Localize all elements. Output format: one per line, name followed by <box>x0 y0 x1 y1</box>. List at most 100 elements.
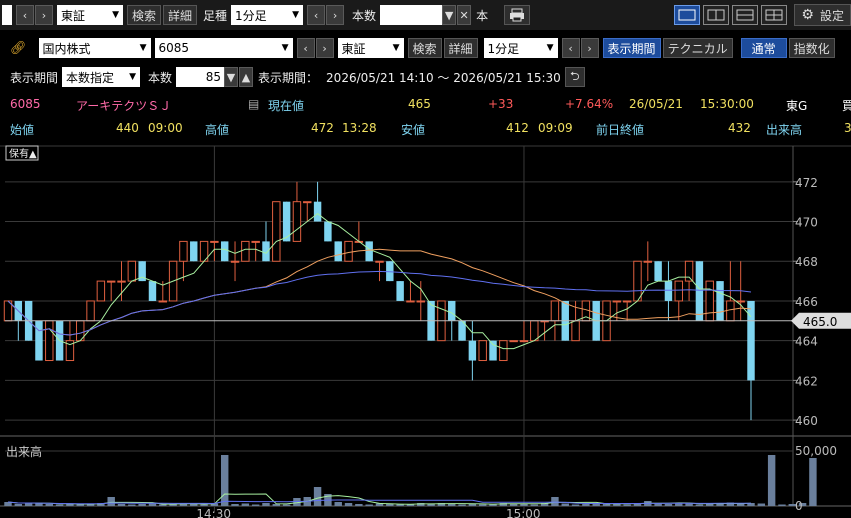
holding-badge[interactable]: 保有▲ <box>5 145 39 161</box>
next-symbol-button[interactable]: › <box>315 38 334 58</box>
x-tick-label: 14:30 <box>196 507 231 518</box>
link-icon[interactable]: 🔗︎ <box>10 41 27 56</box>
count-clear-button[interactable]: ✕ <box>457 5 472 25</box>
candle-body <box>695 261 704 321</box>
candlestick-chart[interactable]: 472 470 468 466 464 462 460 14:30 15:00 465.0 50,… <box>0 143 851 518</box>
candle-body <box>179 240 188 262</box>
exchange-select[interactable]: 東証 ▼ <box>57 5 123 25</box>
candle-body <box>220 241 229 262</box>
volume-bar <box>251 504 260 506</box>
panel-detail-button[interactable]: 詳細 <box>443 38 478 58</box>
candle-body <box>612 300 622 303</box>
candle-body <box>478 340 487 362</box>
period-count-input[interactable]: 85 <box>176 67 225 87</box>
range-value: 2026/05/21 14:10 〜 2026/05/21 15:30 <box>326 70 561 85</box>
normal-mode-button[interactable]: 通常 <box>740 38 787 58</box>
display-period-button[interactable]: 表示期間 <box>602 38 661 58</box>
print-icon[interactable] <box>504 5 531 25</box>
y-tick-label: 470 <box>795 216 818 230</box>
candle-body <box>674 280 683 302</box>
candle-body <box>292 201 302 242</box>
candle-body <box>158 300 168 303</box>
candle-body <box>396 281 404 301</box>
count-up-button[interactable]: ▲ <box>239 67 254 87</box>
prev-interval-button[interactable]: ‹ <box>307 5 326 25</box>
symbol-input[interactable]: 6085 ▼ <box>154 38 293 58</box>
settings-button[interactable]: ⚙ 設定 <box>794 4 851 26</box>
price-axis: 472 470 468 466 464 462 460 14:30 15:00 465.0 <box>5 176 851 518</box>
volume-bar <box>355 504 363 506</box>
count-label: 本数 <box>352 8 377 23</box>
chevron-down-icon: ▼ <box>281 43 289 53</box>
high-label: 高値 <box>205 123 230 137</box>
quote-name: アーキテクツＳＪ <box>76 99 172 113</box>
candle-body <box>684 260 694 282</box>
candle-body <box>633 260 642 302</box>
interval-select[interactable]: 1分足 ▼ <box>231 5 304 25</box>
current-value: 465 <box>408 97 431 111</box>
candle-body <box>468 340 477 361</box>
prev-symbol-button[interactable]: ‹ <box>296 38 315 58</box>
detail-button[interactable]: 詳細 <box>163 5 198 25</box>
candle-body <box>365 241 373 262</box>
refresh-icon[interactable]: ⮌ <box>564 67 585 87</box>
quote-date: 26/05/21 <box>629 97 683 111</box>
panel-interval-select[interactable]: 1分足 ▼ <box>483 38 558 58</box>
candle-body <box>375 260 384 263</box>
panel-handle[interactable] <box>2 5 12 25</box>
volume-bar <box>757 503 766 506</box>
market-flag: 東G <box>786 99 808 113</box>
open-value: 440 <box>116 121 139 135</box>
panel-next-interval-button[interactable]: › <box>580 38 599 58</box>
next-arrow-button[interactable]: › <box>35 5 53 25</box>
period-label: 表示期間 <box>10 70 59 85</box>
prev-arrow-button[interactable]: ‹ <box>16 5 34 25</box>
technical-button[interactable]: テクニカル <box>662 38 733 58</box>
candle-body <box>571 320 580 342</box>
high-time: 13:28 <box>342 121 377 135</box>
volume-bar <box>613 504 621 506</box>
candle-body <box>448 300 456 321</box>
volume-tick-label: 50,000 <box>795 444 837 458</box>
market-select[interactable]: 国内株式 ▼ <box>38 38 151 58</box>
count-dropdown-button[interactable]: ▼ <box>442 5 457 25</box>
candle-body <box>241 240 250 262</box>
candle-body <box>509 340 518 343</box>
volume-bar <box>520 504 528 506</box>
volume-bar <box>35 503 43 506</box>
panel-search-button[interactable]: 検索 <box>407 38 442 58</box>
quote-row-2: 始値 440 09:00 高値 472 13:28 安値 412 09:09 前… <box>0 121 851 141</box>
panel-interval-value: 1分足 <box>487 41 520 56</box>
layout-grid-icon[interactable] <box>761 5 788 25</box>
volume-bar <box>14 504 23 506</box>
next-interval-button[interactable]: › <box>326 5 345 25</box>
candle-body <box>747 300 755 381</box>
volume-bar <box>55 504 64 506</box>
volume-bar <box>262 503 270 506</box>
volume-bar <box>396 504 404 506</box>
volume-bar <box>695 504 704 506</box>
volume-bar <box>448 504 456 506</box>
search-button[interactable]: 検索 <box>127 5 162 25</box>
candle-body <box>272 201 281 262</box>
gear-icon: ⚙ <box>801 7 814 23</box>
period-mode-value: 本数指定 <box>66 70 115 85</box>
memo-icon[interactable]: ▤ <box>248 97 259 111</box>
chevron-down-icon: ▼ <box>139 43 147 53</box>
layout-single-icon[interactable] <box>674 5 701 25</box>
x-tick-label: 15:00 <box>506 507 541 518</box>
candle-body <box>664 281 673 301</box>
y-tick-label: 466 <box>795 295 818 309</box>
candle-body <box>622 300 632 303</box>
layout-two-col-icon[interactable] <box>703 5 730 25</box>
panel-exchange-select[interactable]: 東証 ▼ <box>337 38 404 58</box>
period-mode-select[interactable]: 本数指定 ▼ <box>62 67 141 87</box>
panel-prev-interval-button[interactable]: ‹ <box>561 38 580 58</box>
layout-two-row-icon[interactable] <box>732 5 759 25</box>
count-down-button[interactable]: ▼ <box>224 67 239 87</box>
period-count-label: 本数 <box>148 70 173 85</box>
candle-body <box>736 300 745 303</box>
volume-bar <box>561 503 569 506</box>
index-mode-button[interactable]: 指数化 <box>788 38 835 58</box>
count-input[interactable] <box>380 5 443 25</box>
